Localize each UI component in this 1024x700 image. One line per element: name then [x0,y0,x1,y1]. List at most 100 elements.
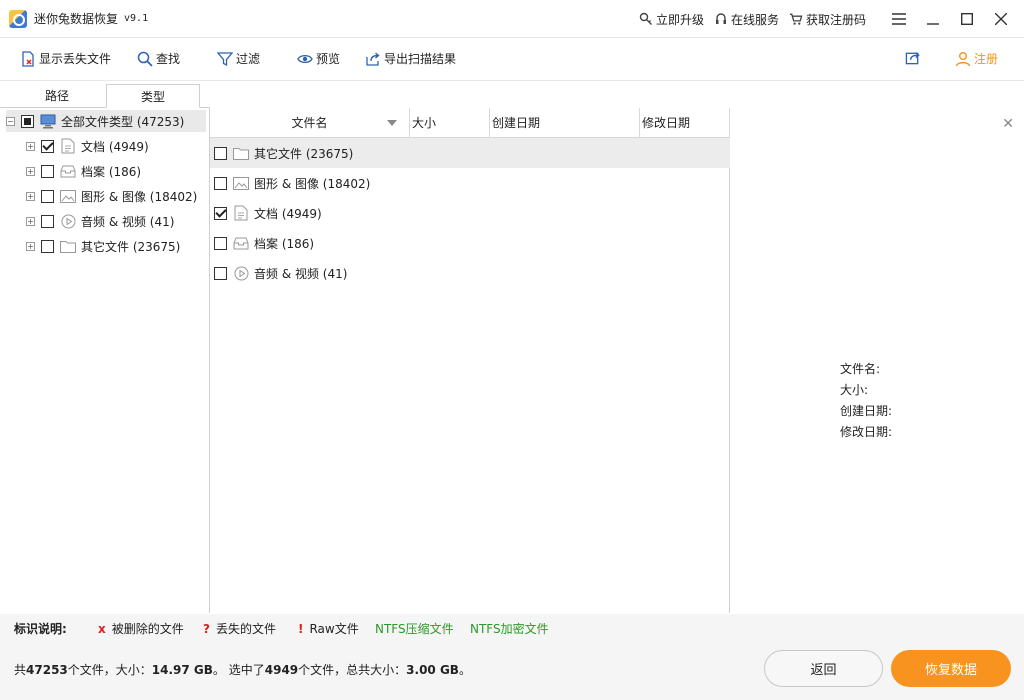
app-title: 迷你兔数据恢复 [34,12,119,26]
export-icon [365,51,381,67]
upgrade-link[interactable]: 立即升级 [639,11,704,28]
get-register-code-link[interactable]: 获取注册码 [789,11,866,28]
media-icon [233,265,249,281]
export-scan-results-label: 导出扫描结果 [384,52,457,66]
menu-button[interactable] [882,0,916,38]
tree-item-label: 图形 & 图像 (18402) [81,189,198,204]
image-icon [233,175,249,191]
list-row-checkbox[interactable] [214,176,227,190]
expand-icon[interactable]: + [26,241,35,251]
list-header: 文件名 大小 创建日期 修改日期 [210,108,730,138]
archive-icon [60,163,76,179]
back-button[interactable]: 返回 [764,650,883,687]
headset-icon [714,12,728,26]
raw-mark-icon: ! [298,621,304,636]
tree-item-checkbox[interactable] [41,239,54,253]
close-icon [995,13,1007,25]
legend-ntfs-encrypted: NTFS加密文件 [470,622,549,636]
app-version: v9.1 [124,13,149,24]
deleted-mark-icon: x [98,621,106,636]
share-button[interactable] [905,50,924,66]
find-label: 查找 [156,52,181,66]
cart-icon [789,12,803,26]
legend-title: 标识说明: [14,622,67,636]
status-mid3: 个文件，总共大小： [298,663,407,677]
tree-item-audio-video[interactable]: + 音频 & 视频 (41) [26,210,174,232]
list-row-label: 文档 (4949) [254,206,322,221]
show-lost-files-label: 显示丢失文件 [39,52,112,66]
legend-deleted-label: 被删除的文件 [111,622,184,636]
column-created[interactable]: 创建日期 [490,108,640,138]
column-modified[interactable]: 修改日期 [640,108,730,138]
show-lost-files-button[interactable]: 显示丢失文件 [20,50,111,67]
list-row-checkbox[interactable] [214,146,227,160]
tree-item-checkbox[interactable] [41,214,54,228]
preview-filename-label: 文件名: [840,362,881,376]
minimize-button[interactable] [916,0,950,38]
list-row[interactable]: 图形 & 图像 (18402) [210,168,730,198]
column-size[interactable]: 大小 [410,108,490,138]
filter-label: 过滤 [236,52,261,66]
tree-root-checkbox[interactable] [21,114,34,128]
key-icon [639,12,653,26]
tree-item-documents[interactable]: + 文档 (4949) [26,135,149,157]
export-scan-results-button[interactable]: 导出扫描结果 [365,50,456,67]
hamburger-icon [892,13,906,25]
expand-icon[interactable]: + [26,141,35,151]
status-selected-files: 4949 [264,663,299,677]
expand-icon[interactable]: + [26,166,35,176]
list-row[interactable]: 音频 & 视频 (41) [210,258,730,288]
legend-deleted: x 被删除的文件 [98,620,184,637]
legend-bar: 标识说明: x 被删除的文件 ? 丢失的文件 ! Raw文件 NTFS压缩文件 … [0,614,1024,642]
list-row-checkbox[interactable] [214,236,227,250]
preview-modified-label: 修改日期: [840,425,893,439]
recover-data-button[interactable]: 恢复数据 [891,650,1011,687]
maximize-button[interactable] [950,0,984,38]
list-row-checkbox[interactable] [214,266,227,280]
preview-button[interactable]: 预览 [297,50,340,67]
file-list: 文件名 大小 创建日期 修改日期 其它文件 (23675) 图形 & 图像 (1… [210,108,730,613]
list-row[interactable]: 其它文件 (23675) [210,138,730,168]
eye-icon [297,51,313,67]
tree-item-images[interactable]: + 图形 & 图像 (18402) [26,185,197,207]
list-row-checkbox[interactable] [214,206,227,220]
tree-item-checkbox[interactable] [41,139,54,153]
list-row[interactable]: 文档 (4949) [210,198,730,228]
expand-icon[interactable]: + [26,216,35,226]
online-service-link[interactable]: 在线服务 [714,11,779,28]
list-row[interactable]: 档案 (186) [210,228,730,258]
tree-item-checkbox[interactable] [41,164,54,178]
search-icon [137,51,153,67]
tree-item-label: 音频 & 视频 (41) [81,214,175,229]
status-total-size: 14.97 GB [151,663,213,677]
maximize-icon [961,13,973,25]
tree-root-label: 全部文件类型 (47253) [61,114,185,129]
preview-size-label: 大小: [840,383,869,397]
legend-lost: ? 丢失的文件 [203,620,276,637]
collapse-icon[interactable]: − [6,116,15,126]
online-service-label: 在线服务 [730,12,779,27]
file-type-tree: − 全部文件类型 (47253) + 文档 (4949) + 档案 (186) … [0,108,210,613]
close-preview-icon[interactable]: ✕ [1002,116,1014,132]
tree-item-checkbox[interactable] [41,189,54,203]
legend-raw: ! Raw文件 [298,620,359,637]
tree-item-archives[interactable]: + 档案 (186) [26,160,141,182]
tab-type[interactable]: 类型 [106,84,200,108]
tree-root[interactable]: − 全部文件类型 (47253) [6,110,206,132]
get-register-code-label: 获取注册码 [805,12,866,27]
column-filename[interactable]: 文件名 [210,108,410,138]
tab-path[interactable]: 路径 [10,84,104,108]
status-prefix: 共 [14,663,27,677]
expand-icon[interactable]: + [26,191,35,201]
filter-button[interactable]: 过滤 [217,50,260,67]
sort-desc-icon [387,120,397,126]
find-button[interactable]: 查找 [137,50,180,67]
close-button[interactable] [984,0,1018,38]
lost-mark-icon: ? [203,621,210,636]
preview-label: 预览 [316,52,341,66]
register-button[interactable]: 注册 [955,50,998,67]
tree-item-other-files[interactable]: + 其它文件 (23675) [26,235,180,257]
legend-lost-label: 丢失的文件 [215,622,276,636]
view-tabs: 路径 类型 [0,82,210,108]
tree-item-label: 文档 (4949) [81,139,149,154]
